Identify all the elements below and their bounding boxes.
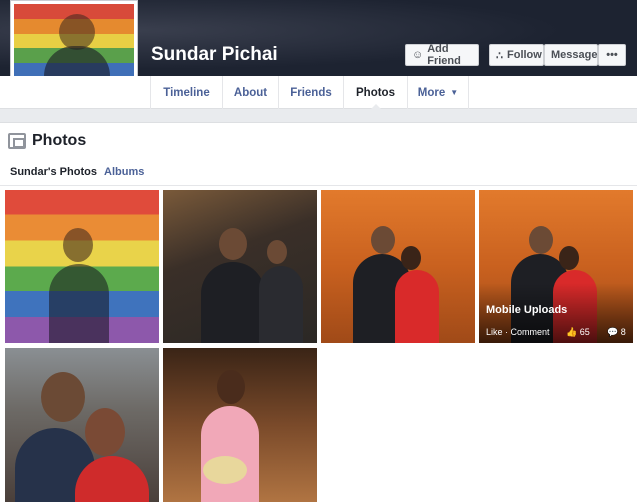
tab-timeline[interactable]: Timeline (150, 76, 222, 109)
message-label: Message (551, 49, 598, 61)
comment-icon: 💬 (607, 327, 619, 337)
album-comment-count: 💬 8 (607, 327, 626, 338)
avatar-head (59, 14, 95, 50)
tab-about[interactable]: About (222, 76, 278, 109)
more-options-icon: ••• (606, 49, 618, 61)
tab-more[interactable]: More ▼ (407, 76, 469, 109)
like-count: 65 (579, 327, 590, 337)
photo-thumbnail[interactable] (5, 190, 159, 343)
thumbs-up-icon: 👍 (566, 327, 578, 337)
comment-count: 8 (620, 327, 626, 337)
tab-label: Photos (356, 86, 395, 99)
person-plus-icon: ☺ (412, 49, 424, 61)
follow-button[interactable]: ∴ Follow (489, 44, 544, 66)
rss-icon: ∴ (496, 49, 503, 62)
subtab-albums[interactable]: Albums (104, 166, 144, 178)
tab-label: Friends (290, 86, 332, 99)
photos-title[interactable]: Photos (32, 132, 86, 150)
follow-label: Follow (507, 49, 542, 61)
add-friend-label: Add Friend (427, 43, 461, 67)
subtab-divider (0, 185, 637, 186)
photo-thumbnail[interactable] (321, 190, 475, 343)
photo-thumbnail[interactable] (5, 348, 159, 502)
photo-thumbnail[interactable] (163, 190, 317, 343)
add-friend-button[interactable]: ☺ Add Friend (405, 43, 479, 67)
album-mobile-uploads[interactable]: Mobile Uploads Like · Comment 👍 65 💬 8 (479, 190, 633, 343)
album-like-count: 👍 65 (566, 327, 590, 338)
photos-icon (8, 133, 26, 149)
album-like-comment[interactable]: Like · Comment (486, 327, 550, 337)
tab-label: Timeline (163, 86, 210, 99)
photo-thumbnail[interactable] (163, 348, 317, 502)
caret-down-icon: ▼ (450, 88, 459, 97)
profile-name[interactable]: Sundar Pichai (151, 44, 278, 66)
tab-label: More (417, 86, 446, 99)
album-title[interactable]: Mobile Uploads (486, 304, 567, 316)
tab-photos[interactable]: Photos (343, 76, 407, 110)
tab-friends[interactable]: Friends (278, 76, 343, 109)
tab-label: About (233, 86, 268, 99)
message-button[interactable]: Message (544, 44, 598, 66)
more-options-button[interactable]: ••• (598, 44, 626, 66)
photos-header: Photos (8, 132, 86, 150)
subtab-sundars-photos[interactable]: Sundar's Photos (10, 166, 97, 178)
profile-nav: Timeline About Friends Photos More ▼ (0, 76, 637, 110)
